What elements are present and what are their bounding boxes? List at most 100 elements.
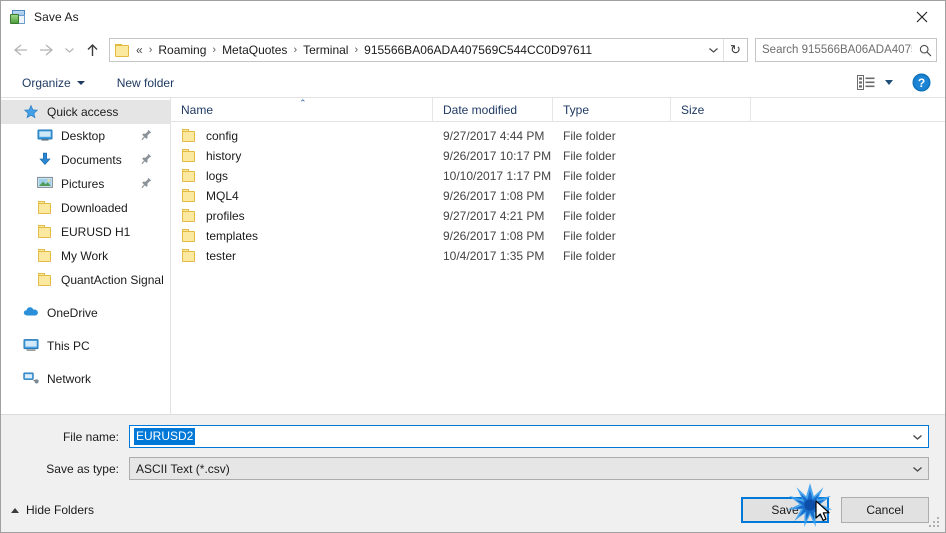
title-bar: Save As <box>1 1 945 32</box>
column-header-size[interactable]: Size <box>671 97 751 122</box>
table-row[interactable]: templates 9/26/2017 1:08 PM File folder <box>171 226 945 246</box>
dialog-body: Quick access Desktop Documents Pictures … <box>1 97 945 414</box>
breadcrumb-overflow[interactable]: « <box>134 41 146 59</box>
sidebar-item-label: EURUSD H1 <box>61 225 131 239</box>
network-icon <box>23 371 40 387</box>
column-header-name[interactable]: Name ⌃ <box>171 97 433 122</box>
organize-label: Organize <box>22 75 71 90</box>
refresh-icon[interactable]: ↻ <box>723 39 747 61</box>
address-bar[interactable]: « › Roaming › MetaQuotes › Terminal › 91… <box>109 38 748 62</box>
row-date-cell: 9/26/2017 1:08 PM <box>443 229 545 243</box>
file-name: tester <box>206 249 237 263</box>
table-row[interactable]: MQL4 9/26/2017 1:08 PM File folder <box>171 186 945 206</box>
sidebar-item-downloaded[interactable]: Downloaded <box>1 196 170 220</box>
row-name-cell: config <box>171 128 433 144</box>
sidebar-item-desktop[interactable]: Desktop <box>1 124 170 148</box>
column-header-label: Size <box>681 102 705 117</box>
folder-icon <box>181 208 198 224</box>
hide-folders-button[interactable]: Hide Folders <box>11 503 94 517</box>
file-name-input[interactable]: EURUSD2 <box>129 425 929 448</box>
save-button[interactable]: Save <box>741 497 829 523</box>
table-row[interactable]: config 9/27/2017 4:44 PM File folder <box>171 126 945 146</box>
help-icon[interactable]: ? <box>907 71 935 95</box>
sidebar-item-label: Desktop <box>61 129 106 143</box>
file-name: MQL4 <box>206 189 239 203</box>
documents-download-icon <box>37 152 54 168</box>
sidebar-item-onedrive[interactable]: OneDrive <box>1 301 170 325</box>
row-type-cell: File folder <box>563 149 616 163</box>
row-name-cell: logs <box>171 168 433 184</box>
row-type-cell: File folder <box>563 229 616 243</box>
sidebar-item-label: Pictures <box>61 177 105 191</box>
row-name-cell: tester <box>171 248 433 264</box>
pictures-icon <box>37 176 54 192</box>
row-date-cell: 9/26/2017 1:08 PM <box>443 189 545 203</box>
file-name-label: File name: <box>62 429 119 444</box>
sidebar-item-eurusd-h1[interactable]: EURUSD H1 <box>1 220 170 244</box>
navigation-bar: « › Roaming › MetaQuotes › Terminal › 91… <box>1 32 945 68</box>
save-as-type-label: Save as type: <box>46 461 119 476</box>
row-date-cell: 10/10/2017 1:17 PM <box>443 169 552 183</box>
sidebar-item-label: Quick access <box>47 105 119 119</box>
breadcrumb-item-roaming[interactable]: Roaming <box>155 41 209 59</box>
new-folder-button[interactable]: New folder <box>110 73 181 93</box>
dialog-footer: Hide Folders Save Cancel <box>1 488 945 532</box>
table-row[interactable]: logs 10/10/2017 1:17 PM File folder <box>171 166 945 186</box>
breadcrumb-item-metaquotes[interactable]: MetaQuotes <box>219 41 290 59</box>
folder-icon <box>37 248 54 264</box>
file-name: logs <box>206 169 229 183</box>
file-name: profiles <box>206 209 245 223</box>
file-name: config <box>206 129 239 143</box>
sidebar-item-label: This PC <box>47 339 90 353</box>
chevron-up-icon <box>11 507 19 513</box>
save-as-type-value: ASCII Text (*.csv) <box>136 461 230 476</box>
back-arrow-icon[interactable] <box>7 37 33 63</box>
view-dropdown-chevron-down-icon[interactable] <box>881 72 897 94</box>
command-toolbar: Organize New folder ? <box>1 68 945 98</box>
up-arrow-icon[interactable] <box>79 37 105 63</box>
table-row[interactable]: history 9/26/2017 10:17 PM File folder <box>171 146 945 166</box>
resize-grip-icon[interactable] <box>929 517 941 529</box>
sidebar-item-label: Documents <box>61 153 122 167</box>
search-icon <box>914 44 936 57</box>
folder-icon <box>181 148 198 164</box>
column-header-date-modified[interactable]: Date modified <box>433 97 553 122</box>
toolbar-right-group: ? <box>853 71 935 95</box>
sidebar-item-my-work[interactable]: My Work <box>1 244 170 268</box>
view-layout-icon[interactable] <box>853 72 879 94</box>
pin-icon <box>141 153 152 168</box>
sidebar-item-documents[interactable]: Documents <box>1 148 170 172</box>
close-icon[interactable] <box>899 1 945 32</box>
breadcrumb-separator-icon: › <box>212 44 217 56</box>
column-header-label: Type <box>563 102 590 117</box>
sidebar-item-label: QuantAction Signal <box>61 273 164 287</box>
organize-button[interactable]: Organize <box>15 73 92 93</box>
table-row[interactable]: profiles 9/27/2017 4:21 PM File folder <box>171 206 945 226</box>
forward-arrow-icon[interactable] <box>33 37 59 63</box>
recent-locations-chevron-icon[interactable] <box>59 37 79 63</box>
file-name: history <box>206 149 242 163</box>
sidebar-item-quantaction-signal[interactable]: QuantAction Signal <box>1 268 170 292</box>
row-date-cell: 9/27/2017 4:21 PM <box>443 209 545 223</box>
breadcrumb-item-terminal[interactable]: Terminal <box>300 41 351 59</box>
search-box[interactable] <box>755 38 937 62</box>
file-name-chevron-down-icon[interactable] <box>906 433 928 441</box>
save-as-type-select[interactable]: ASCII Text (*.csv) <box>129 457 929 480</box>
column-header-type[interactable]: Type <box>553 97 671 122</box>
search-input[interactable] <box>756 43 914 57</box>
breadcrumb-item-guid[interactable]: 915566BA06ADA407569C544CC0D97611 <box>361 41 595 59</box>
sidebar-item-network[interactable]: Network <box>1 367 170 391</box>
save-as-app-icon <box>10 9 26 25</box>
table-row[interactable]: tester 10/4/2017 1:35 PM File folder <box>171 246 945 266</box>
sidebar-item-this-pc[interactable]: This PC <box>1 334 170 358</box>
address-dropdown-chevron-down-icon[interactable] <box>703 39 723 61</box>
save-as-type-chevron-down-icon[interactable] <box>906 465 928 473</box>
breadcrumb-separator-icon: › <box>354 44 359 56</box>
cancel-button[interactable]: Cancel <box>841 497 929 523</box>
sidebar-item-quick-access[interactable]: Quick access <box>1 100 170 124</box>
sidebar-item-label: OneDrive <box>47 306 98 320</box>
column-header-label: Date modified <box>443 102 518 117</box>
desktop-icon <box>37 128 54 144</box>
sidebar-item-pictures[interactable]: Pictures <box>1 172 170 196</box>
row-name-cell: history <box>171 148 433 164</box>
